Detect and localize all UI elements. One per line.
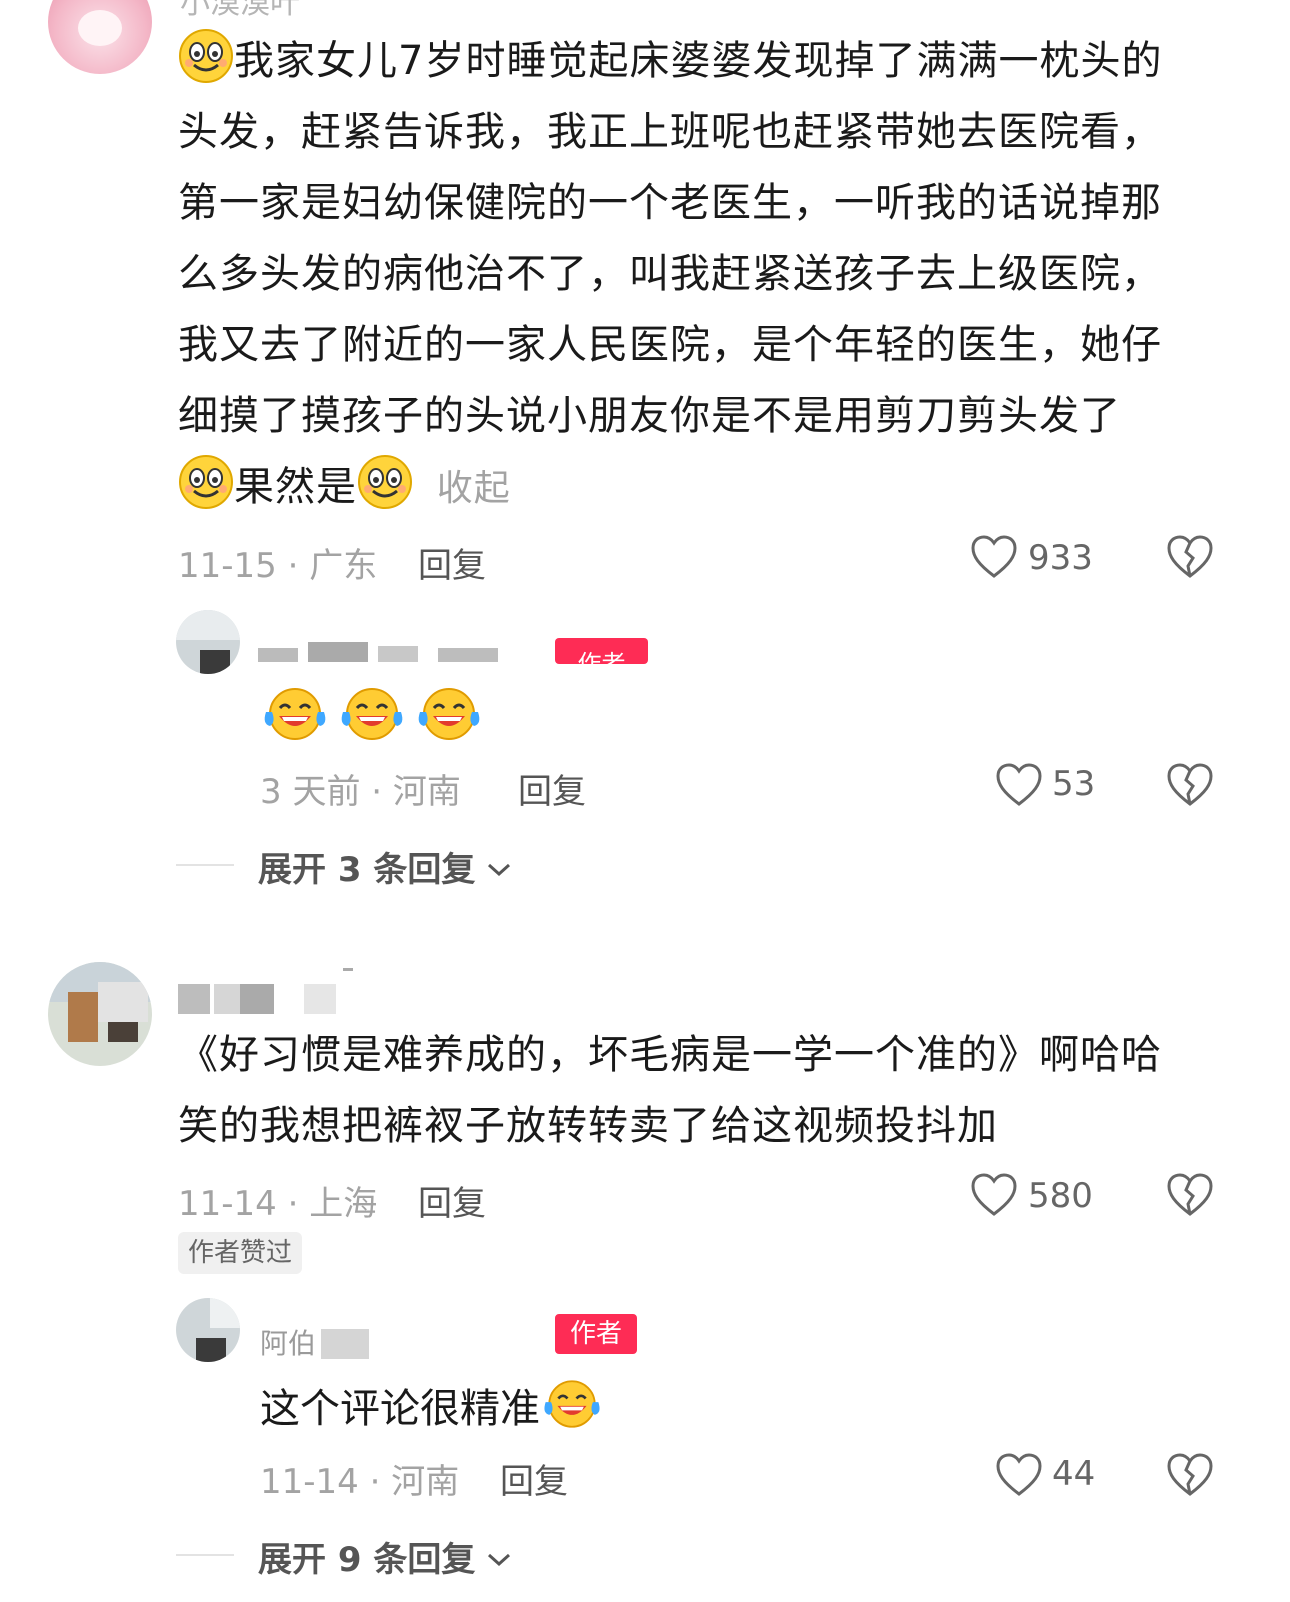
comment-date-location: 11-14 · 上海 bbox=[178, 1184, 378, 1224]
author-liked-badge: 作者赞过 bbox=[178, 1232, 303, 1274]
chevron-down-icon bbox=[486, 1551, 512, 1573]
broken-heart-icon[interactable] bbox=[1166, 1452, 1214, 1498]
like-count: 933 bbox=[1028, 538, 1093, 578]
comment-text: 我家女儿7岁时睡觉起床婆婆发现掉了满满一枕头的 头发，赶紧告诉我，我正上班呢也赶… bbox=[178, 26, 1228, 523]
collapse-link[interactable]: 收起 bbox=[437, 468, 511, 509]
smile-emoji-icon bbox=[178, 454, 234, 533]
tears-of-joy-emoji-icon bbox=[262, 686, 328, 746]
avatar-face bbox=[78, 10, 122, 46]
tears-of-joy-emoji-icon bbox=[339, 686, 405, 746]
expand-replies-label: 展开 3 条回复 bbox=[258, 850, 476, 890]
comment-text: 《好习惯是难养成的，坏毛病是一学一个准的》啊哈哈 笑的我想把裤衩子放转转卖了给这… bbox=[178, 1020, 1238, 1162]
smile-emoji-icon bbox=[357, 454, 413, 533]
tears-of-joy-emoji-icon bbox=[542, 1376, 602, 1449]
broken-heart-icon[interactable] bbox=[1166, 762, 1214, 808]
heart-outline-icon[interactable] bbox=[970, 534, 1018, 580]
reply-button[interactable]: 回复 bbox=[418, 538, 486, 587]
username-text: 阿伯 bbox=[260, 1327, 317, 1360]
smile-emoji-icon bbox=[178, 28, 234, 107]
username-redacted bbox=[178, 966, 353, 1016]
comment-date-location: 11-15 · 广东 bbox=[178, 546, 378, 586]
avatar[interactable] bbox=[48, 0, 152, 74]
expand-replies-button[interactable]: 展开 9 条回复 bbox=[258, 1532, 512, 1581]
reply-text: 这个评论很精准 bbox=[260, 1386, 540, 1432]
reply-button[interactable]: 回复 bbox=[418, 1176, 486, 1225]
divider bbox=[176, 1554, 234, 1556]
username[interactable]: 小漠漠叶 bbox=[180, 0, 300, 22]
heart-outline-icon[interactable] bbox=[995, 1452, 1043, 1498]
comment-text-line: 细摸了摸孩子的头说小朋友你是不是用剪刀剪头发了 bbox=[178, 393, 1121, 439]
username-redacted bbox=[321, 1329, 370, 1359]
like-count: 53 bbox=[1052, 764, 1096, 804]
like-count: 44 bbox=[1052, 1454, 1096, 1494]
comment-text-line: 笑的我想把裤衩子放转转卖了给这视频投抖加 bbox=[178, 1103, 998, 1149]
tears-of-joy-emoji-icon bbox=[416, 686, 482, 746]
broken-heart-icon[interactable] bbox=[1166, 534, 1214, 580]
username-redacted bbox=[258, 636, 548, 662]
heart-outline-icon[interactable] bbox=[995, 762, 1043, 808]
expand-replies-button[interactable]: 展开 3 条回复 bbox=[258, 842, 512, 891]
avatar[interactable] bbox=[48, 962, 152, 1066]
comment-text-line: 我又去了附近的一家人民医院，是个年轻的医生，她仔 bbox=[178, 322, 1162, 368]
heart-outline-icon[interactable] bbox=[970, 1172, 1018, 1218]
author-badge: 作者 bbox=[555, 1314, 637, 1354]
chevron-down-icon bbox=[486, 861, 512, 883]
comment-text-line: 么多头发的病他治不了，叫我赶紧送孩子去上级医院， bbox=[178, 251, 1162, 297]
reply-date-location: 11-14 · 河南 bbox=[260, 1462, 460, 1502]
divider bbox=[176, 864, 234, 866]
broken-heart-icon[interactable] bbox=[1166, 1172, 1214, 1218]
reply-button[interactable]: 回复 bbox=[518, 764, 586, 813]
reply-date-location: 3 天前 · 河南 bbox=[260, 772, 461, 812]
comment-text-line: 第一家是妇幼保健院的一个老医生，一听我的话说掉那 bbox=[178, 180, 1162, 226]
comment-text-line: 《好习惯是难养成的，坏毛病是一学一个准的》啊哈哈 bbox=[178, 1032, 1162, 1078]
comment-text-line: 果然是 bbox=[234, 464, 357, 510]
reply-button[interactable]: 回复 bbox=[500, 1454, 568, 1503]
expand-replies-label: 展开 9 条回复 bbox=[258, 1540, 476, 1580]
username[interactable]: 阿伯 bbox=[260, 1322, 370, 1362]
reply-text-row: 这个评论很精准 bbox=[260, 1376, 602, 1449]
avatar[interactable] bbox=[176, 610, 240, 674]
comment-text-line: 头发，赶紧告诉我，我正上班呢也赶紧带她去医院看， bbox=[178, 109, 1162, 155]
comment-text-line: 我家女儿7岁时睡觉起床婆婆发现掉了满满一枕头的 bbox=[234, 38, 1163, 84]
like-count: 580 bbox=[1028, 1176, 1093, 1216]
reply-emojis bbox=[262, 686, 482, 746]
author-badge: 作者 bbox=[555, 638, 648, 664]
avatar[interactable] bbox=[176, 1298, 240, 1362]
